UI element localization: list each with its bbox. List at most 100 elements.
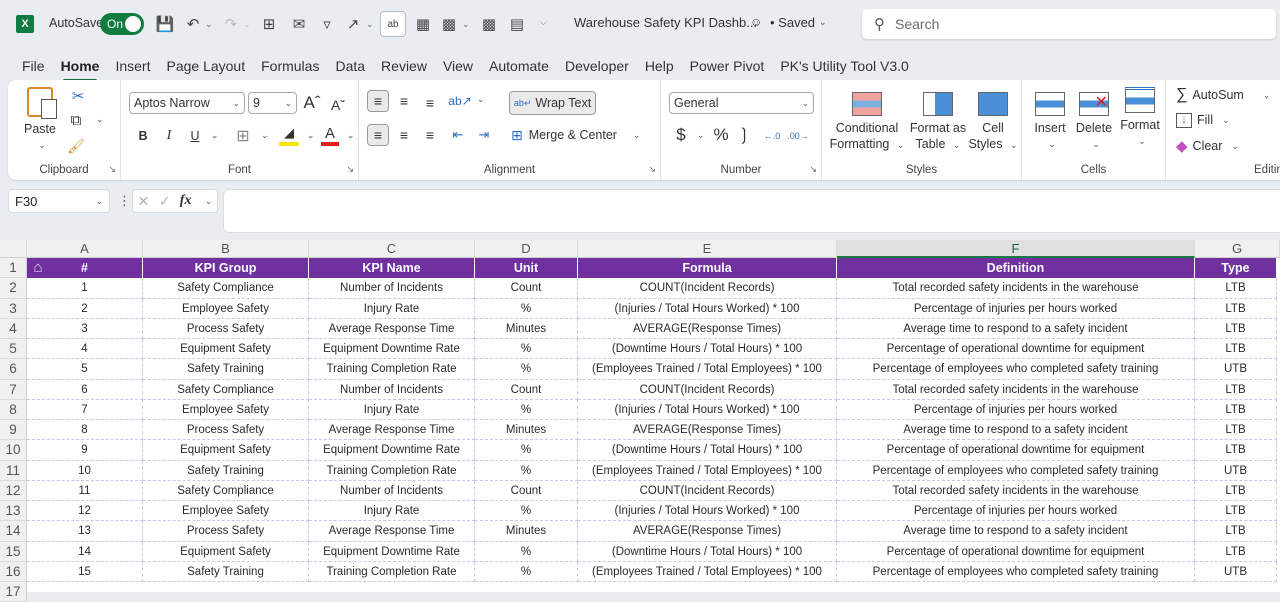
clear-button[interactable]: ◆ Clear ⌄ [1176, 136, 1239, 156]
cell-type[interactable]: UTB [1195, 359, 1277, 380]
cell-num[interactable]: 13 [27, 521, 143, 542]
cell-type[interactable]: LTB [1195, 339, 1277, 360]
cell-formula[interactable]: AVERAGE(Response Times) [578, 318, 837, 339]
font-size-select[interactable]: 9 ⌄ [248, 92, 297, 114]
tab-automate[interactable]: Automate [481, 53, 557, 79]
tab-insert[interactable]: Insert [107, 53, 158, 79]
cell-unit[interactable]: % [475, 561, 578, 582]
insert-function-button[interactable]: fx [180, 193, 192, 209]
cell-formula[interactable]: (Injuries / Total Hours Worked) * 100 [578, 501, 837, 522]
cell-kpi-group[interactable]: Employee Safety [143, 501, 309, 522]
cell-formula[interactable]: (Injuries / Total Hours Worked) * 100 [578, 298, 837, 319]
column-header-a[interactable]: A [27, 240, 143, 258]
cut-icon[interactable]: ✂ [68, 86, 88, 106]
paste-button[interactable]: Paste ⌄ [20, 86, 60, 154]
row-header[interactable]: 13 [0, 501, 27, 522]
name-box[interactable]: F30 ⌄ [8, 189, 110, 213]
row-header[interactable]: 16 [0, 561, 27, 582]
fill-button[interactable]: ↓ Fill ⌄ [1176, 110, 1230, 130]
row-header[interactable]: 2 [0, 278, 27, 299]
row-header[interactable]: 9 [0, 420, 27, 441]
search-box[interactable]: ⚲ Search [862, 9, 1276, 39]
cell-unit[interactable]: % [475, 541, 578, 562]
column-header-e[interactable]: E [578, 240, 837, 258]
format-painter-icon[interactable]: 🖌 [66, 136, 86, 156]
borders-dropdown-icon[interactable]: ⌄ [261, 130, 269, 141]
share-dropdown-icon[interactable]: ⌄ [366, 19, 374, 30]
align-left-icon[interactable]: ≡ [367, 124, 389, 146]
percent-button[interactable]: % [711, 124, 731, 146]
cell-definition[interactable]: Percentage of operational downtime for e… [837, 541, 1195, 562]
document-title[interactable]: Warehouse Safety KPI Dashb... [574, 15, 757, 30]
tab-data[interactable]: Data [327, 53, 373, 79]
tab-review[interactable]: Review [373, 53, 435, 79]
tab-power-pivot[interactable]: Power Pivot [682, 53, 773, 79]
column-header-d[interactable]: D [475, 240, 578, 258]
cell-kpi-name[interactable]: Number of Incidents [309, 278, 475, 299]
cell-kpi-group[interactable]: Equipment Safety [143, 541, 309, 562]
enter-icon[interactable]: ✓ [159, 193, 171, 210]
cell-type[interactable]: LTB [1195, 541, 1277, 562]
row-header[interactable]: 14 [0, 521, 27, 542]
cell-definition[interactable]: Total recorded safety incidents in the w… [837, 480, 1195, 501]
save-icon[interactable]: 💾 [154, 13, 176, 35]
cell-formula[interactable]: (Downtime Hours / Total Hours) * 100 [578, 440, 837, 461]
column-header-g[interactable]: G [1195, 240, 1280, 258]
cell-definition[interactable]: Percentage of injuries per hours worked [837, 298, 1195, 319]
cell-type[interactable]: LTB [1195, 379, 1277, 400]
cell-kpi-group[interactable]: Safety Training [143, 359, 309, 380]
format-as-table-button[interactable]: Format as Table ⌄ [908, 88, 968, 156]
cell-num[interactable]: 10 [27, 460, 143, 481]
header-cell-formula[interactable]: Formula [578, 258, 837, 279]
tab-formulas[interactable]: Formulas [253, 53, 327, 79]
borders-icon[interactable]: ⊞ [233, 126, 253, 146]
chevron-down-icon[interactable]: ⌄ [205, 196, 213, 207]
column-header-c[interactable]: C [309, 240, 475, 258]
cell-num[interactable]: 3 [27, 318, 143, 339]
row-header[interactable]: 5 [0, 339, 27, 360]
cell-formula[interactable]: (Employees Trained / Total Employees) * … [578, 460, 837, 481]
row-header[interactable]: 17 [0, 582, 27, 602]
table-icon[interactable]: ▦ [412, 13, 434, 35]
cell-kpi-name[interactable]: Average Response Time [309, 318, 475, 339]
cell-kpi-group[interactable]: Employee Safety [143, 298, 309, 319]
cell-num[interactable]: 15 [27, 561, 143, 582]
cell-formula[interactable]: COUNT(Incident Records) [578, 480, 837, 501]
attach-icon[interactable]: ✉ [288, 13, 310, 35]
cell-definition[interactable]: Average time to respond to a safety inci… [837, 420, 1195, 441]
autosave-toggle[interactable]: On [100, 13, 144, 35]
cell-kpi-name[interactable]: Injury Rate [309, 298, 475, 319]
cell-kpi-name[interactable]: Equipment Downtime Rate [309, 440, 475, 461]
autosum-button[interactable]: ∑ AutoSum ⌄ [1176, 85, 1270, 105]
cell-kpi-name[interactable]: Injury Rate [309, 399, 475, 420]
calculator-2-icon[interactable]: ▩ [478, 13, 500, 35]
cell-unit[interactable]: Minutes [475, 420, 578, 441]
merge-center-button[interactable]: ⊞ Merge & Center ⌄ [511, 124, 651, 146]
cell-num[interactable]: 5 [27, 359, 143, 380]
cell-kpi-name[interactable]: Average Response Time [309, 521, 475, 542]
cell-kpi-name[interactable]: Training Completion Rate [309, 561, 475, 582]
undo-icon[interactable]: ↶ [182, 13, 204, 35]
alignment-launcher-icon[interactable]: ↘ [648, 164, 656, 175]
header-cell-type[interactable]: Type [1195, 258, 1277, 279]
cell-kpi-group[interactable]: Equipment Safety [143, 339, 309, 360]
row-header[interactable]: 8 [0, 399, 27, 420]
orientation-dropdown-icon[interactable]: ⌄ [477, 94, 485, 105]
top-align-icon[interactable]: ≡ [367, 90, 389, 112]
cell-unit[interactable]: Count [475, 379, 578, 400]
cell-formula[interactable]: (Employees Trained / Total Employees) * … [578, 359, 837, 380]
cell-num[interactable]: 14 [27, 541, 143, 562]
cell-formula[interactable]: (Downtime Hours / Total Hours) * 100 [578, 541, 837, 562]
cell-formula[interactable]: (Downtime Hours / Total Hours) * 100 [578, 339, 837, 360]
cell-kpi-group[interactable]: Process Safety [143, 420, 309, 441]
cell-kpi-name[interactable]: Number of Incidents [309, 480, 475, 501]
cell-unit[interactable]: Count [475, 480, 578, 501]
redo-icon[interactable]: ↷ [220, 13, 242, 35]
bottom-align-icon[interactable]: ≡ [419, 92, 441, 114]
cell-num[interactable]: 4 [27, 339, 143, 360]
row-header[interactable]: 6 [0, 359, 27, 380]
cell-formula[interactable]: (Employees Trained / Total Employees) * … [578, 561, 837, 582]
cell-definition[interactable]: Percentage of operational downtime for e… [837, 440, 1195, 461]
middle-align-icon[interactable]: ≡ [393, 90, 415, 112]
column-header-f[interactable]: F [837, 240, 1195, 258]
